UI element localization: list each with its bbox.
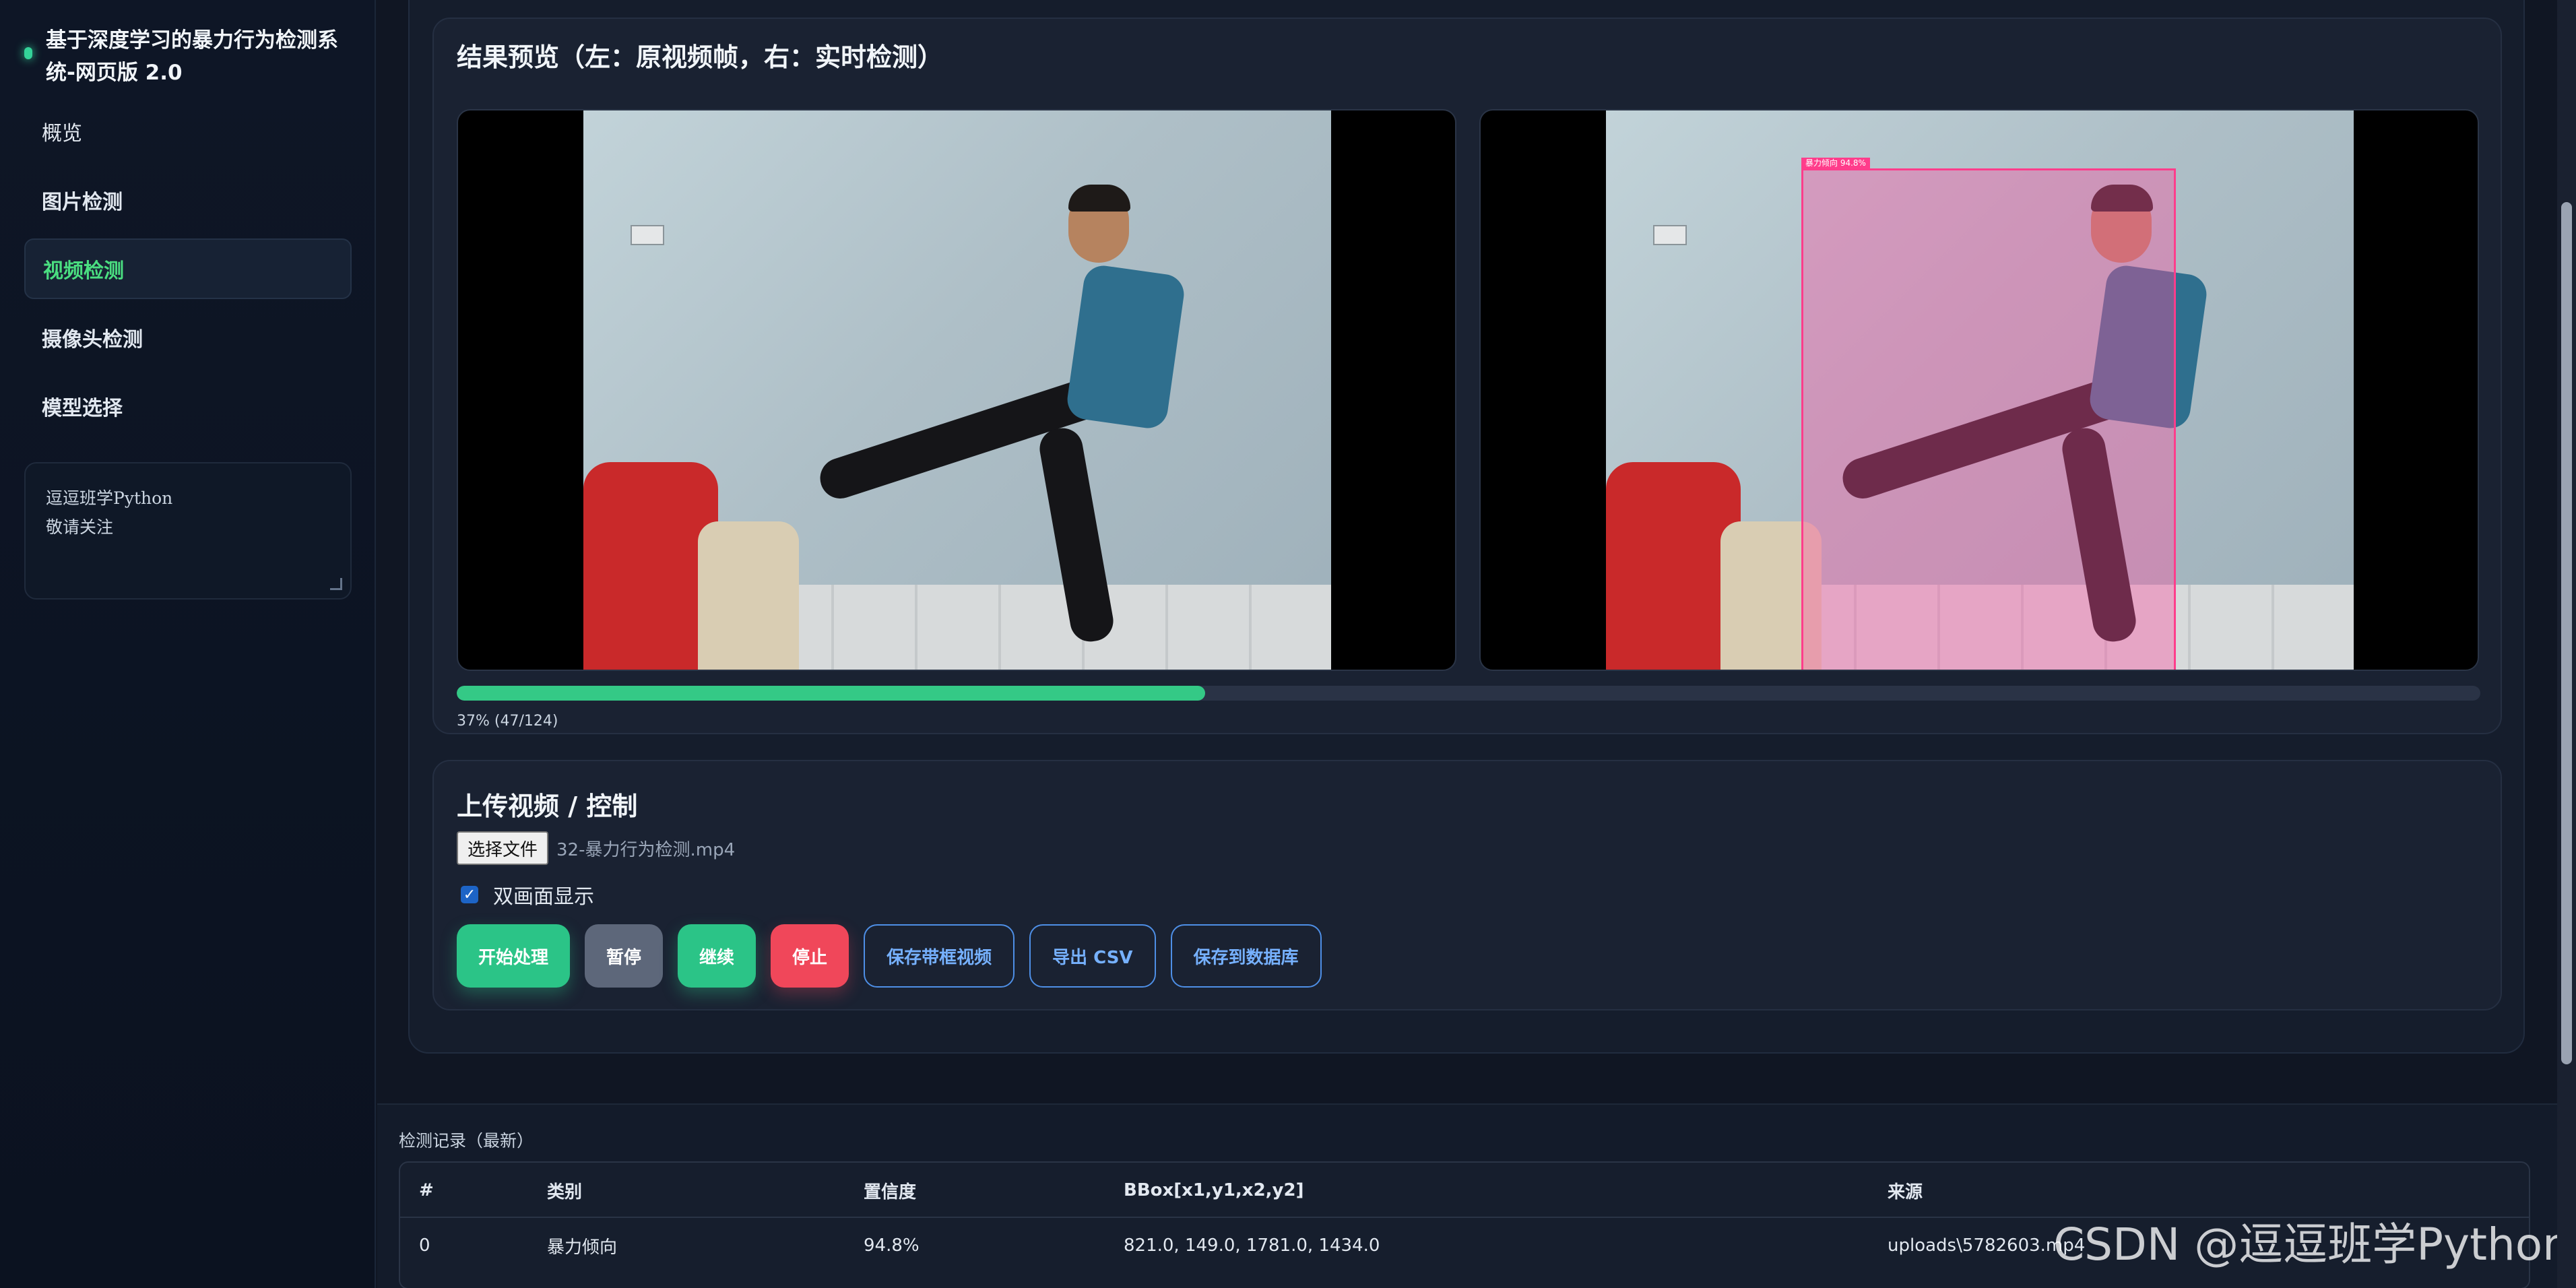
resize-handle-icon[interactable] [330, 578, 342, 590]
column-header: 来源 [1888, 1182, 1923, 1202]
note-textarea[interactable]: 逗逗班学Python 敬请关注 [24, 462, 352, 600]
start-button[interactable]: 开始处理 [457, 924, 571, 988]
original-frame [583, 110, 1331, 670]
preview-card: 结果预览（左：原视频帧，右：实时检测） 暴力倾向 94.8% 37% (47/1… [432, 18, 2502, 734]
resume-button[interactable]: 继续 [678, 924, 756, 988]
note-line-2: 敬请关注 [46, 517, 114, 537]
preview-title: 结果预览（左：原视频帧，右：实时检测） [457, 42, 944, 72]
bed [698, 521, 799, 670]
main-panel: 结果预览（左：原视频帧，右：实时检测） 暴力倾向 94.8% 37% (47/1… [408, 0, 2525, 1054]
status-dot-icon [24, 47, 32, 59]
column-header: 类别 [547, 1182, 583, 1202]
sidebar-item-overview[interactable]: 概览 [24, 101, 352, 162]
file-picker: 选择文件 32-暴力行为检测.mp4 [457, 831, 735, 865]
column-header: BBox[x1,y1,x2,y2] [1124, 1180, 1304, 1200]
app-title: 基于深度学习的暴力行为检测系统-网页版 2.0 [46, 28, 338, 85]
detection-bbox [1801, 168, 2176, 670]
sidebar-item-video-detection[interactable]: 视频检测 [24, 238, 352, 299]
table-cell: 暴力倾向 [547, 1237, 618, 1258]
wall-switch [1653, 225, 1687, 245]
dual-view-label: 双画面显示 [493, 885, 594, 909]
choose-file-button[interactable]: 选择文件 [457, 831, 549, 865]
progress-text: 37% (47/124) [457, 713, 558, 730]
selected-file-name: 32-暴力行为检测.mp4 [556, 839, 736, 860]
upload-card: 上传视频 / 控制 选择文件 32-暴力行为检测.mp4 ✓ 双画面显示 开始处… [432, 760, 2502, 1010]
page-scrollbar[interactable] [2557, 0, 2576, 1288]
table-cell: 94.8% [864, 1235, 920, 1256]
detection-frame: 暴力倾向 94.8% [1606, 110, 2354, 670]
detection-video-panel: 暴力倾向 94.8% [1479, 109, 2479, 671]
dual-view-toggle[interactable]: ✓ 双画面显示 [461, 880, 594, 909]
column-header: # [419, 1180, 434, 1200]
log-title: 检测记录（最新） [399, 1131, 534, 1151]
wall-switch [631, 225, 664, 245]
note-line-1: 逗逗班学Python [46, 488, 173, 508]
export-csv-button[interactable]: 导出 CSV [1029, 924, 1156, 988]
detection-bbox-label: 暴力倾向 94.8% [1801, 158, 1870, 168]
table-cell: 821.0, 149.0, 1781.0, 1434.0 [1124, 1235, 1380, 1256]
watermark: CSDN @逗逗班学Python [2053, 1219, 2571, 1270]
progress-fill [457, 686, 1206, 701]
scrollbar-thumb[interactable] [2561, 202, 2572, 1064]
sidebar: 基于深度学习的暴力行为检测系统-网页版 2.0 概览 图片检测 视频检测 摄像头… [0, 0, 376, 1288]
save-db-button[interactable]: 保存到数据库 [1170, 924, 1322, 988]
detection-log: 检测记录（最新） # 类别 置信度 BBox[x1,y1,x2,y2] 来源 0… [377, 1103, 2576, 1288]
progress-bar [457, 686, 2480, 701]
brand: 基于深度学习的暴力行为检测系统-网页版 2.0 [24, 24, 361, 89]
save-video-button[interactable]: 保存带框视频 [864, 924, 1015, 988]
sidebar-nav: 概览 图片检测 视频检测 摄像头检测 模型选择 [24, 101, 352, 445]
control-buttons: 开始处理 暂停 继续 停止 保存带框视频 导出 CSV 保存到数据库 [457, 924, 1337, 988]
upload-title: 上传视频 / 控制 [457, 792, 638, 821]
pause-button[interactable]: 暂停 [585, 924, 664, 988]
original-video-panel [457, 109, 1456, 671]
table-cell: 0 [419, 1235, 430, 1256]
person-hair [1068, 185, 1130, 212]
dual-view-checkbox[interactable]: ✓ [461, 886, 478, 903]
sidebar-item-camera-detection[interactable]: 摄像头检测 [24, 307, 352, 368]
sidebar-item-image-detection[interactable]: 图片检测 [24, 170, 352, 230]
column-header: 置信度 [864, 1182, 917, 1202]
sidebar-item-model-select[interactable]: 模型选择 [24, 376, 352, 437]
person-body [1064, 263, 1187, 431]
stop-button[interactable]: 停止 [771, 924, 849, 988]
